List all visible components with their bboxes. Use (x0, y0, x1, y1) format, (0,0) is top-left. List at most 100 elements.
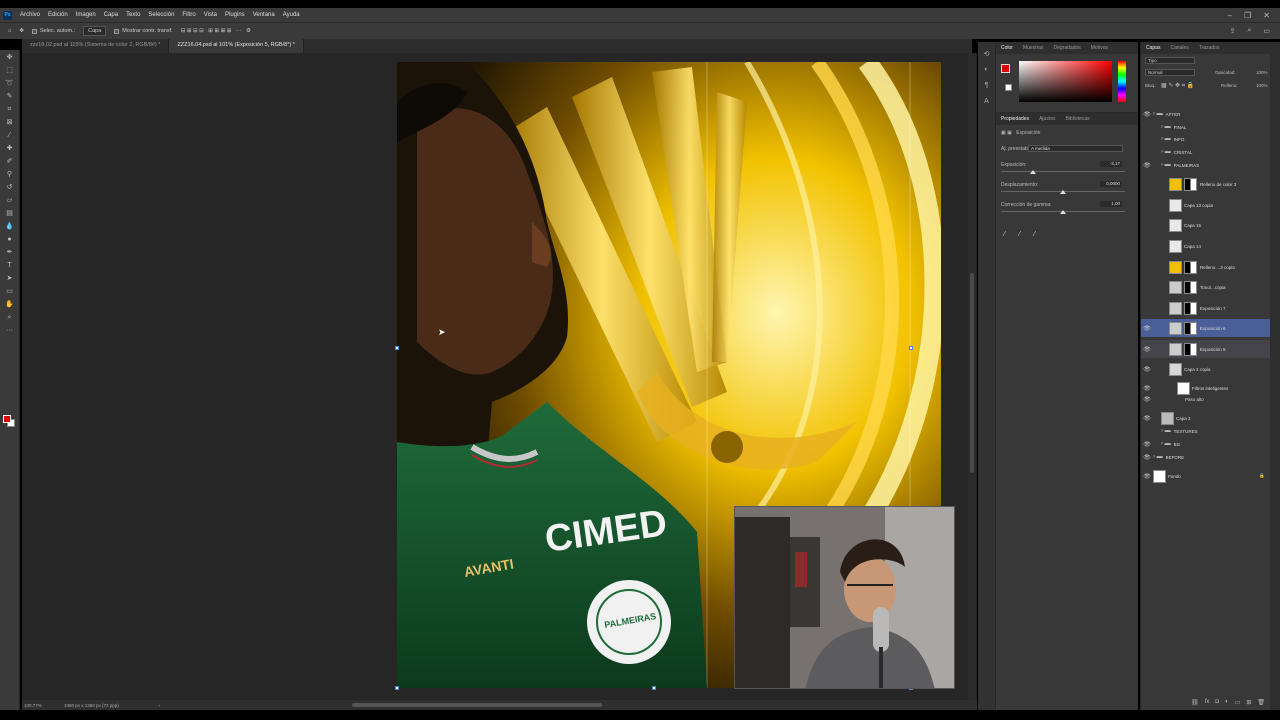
layer-row[interactable]: › ▬ CRISTAL (1141, 146, 1271, 158)
visibility-eye-icon[interactable]: 👁 (1141, 162, 1153, 169)
offset-value[interactable]: 0,0000 (1100, 181, 1122, 187)
layer-thumbnail[interactable] (1169, 198, 1182, 212)
tab-ajustes[interactable]: Ajustes (1034, 116, 1060, 122)
lasso-tool-icon[interactable]: ➰ (4, 79, 16, 89)
visibility-eye-icon[interactable]: 👁 (1141, 454, 1153, 461)
layer-row[interactable]: 👁 Paso alto (1141, 393, 1271, 405)
tab-muestras[interactable]: Muestras (1018, 45, 1049, 51)
layer-row[interactable]: Relleno de color 3 (1141, 175, 1271, 193)
visibility-eye-icon[interactable]: 👁 (1141, 441, 1153, 448)
layer-thumbnail[interactable] (1169, 260, 1182, 274)
layer-thumbnail[interactable] (1169, 342, 1182, 356)
layer-mask-thumbnail[interactable] (1184, 177, 1197, 191)
menu-capa[interactable]: Capa (104, 12, 118, 18)
new-layer-icon[interactable]: ⊞ (1246, 699, 1251, 706)
layer-row[interactable]: 👁 Capa 3 copia (1141, 360, 1271, 378)
menu-vista[interactable]: Vista (204, 12, 217, 18)
type-tool-icon[interactable]: T (4, 261, 16, 271)
tab-degradados[interactable]: Degradados (1049, 45, 1086, 51)
layer-thumbnail[interactable] (1169, 177, 1182, 191)
gamma-slider-knob[interactable] (1060, 210, 1066, 214)
visibility-eye-icon[interactable]: 👁 (1141, 396, 1153, 403)
folder-icon[interactable]: › ▬ (1153, 454, 1163, 460)
preset-dropdown[interactable]: A medida (1028, 145, 1123, 152)
layer-row[interactable]: Exposición 7 (1141, 299, 1271, 317)
layer-row[interactable]: 👁 › ▬ AFTER (1141, 108, 1271, 120)
visibility-eye-icon[interactable]: 👁 (1141, 111, 1153, 118)
menu-imagen[interactable]: Imagen (76, 12, 96, 18)
folder-icon[interactable]: › ▬ (1161, 124, 1171, 130)
marquee-tool-icon[interactable]: ⬚ (4, 66, 16, 76)
menu-seleccion[interactable]: Selección (148, 12, 174, 18)
color-field[interactable] (1019, 61, 1112, 102)
blend-mode-dropdown[interactable]: Normal (1145, 69, 1195, 76)
minimize-icon[interactable]: – (1228, 11, 1232, 20)
link-layers-icon[interactable]: ⛓ (1191, 699, 1199, 706)
add-mask-icon[interactable]: ◘ (1215, 699, 1219, 706)
layer-thumbnail[interactable] (1161, 411, 1174, 425)
layer-row[interactable]: › ▬ FINAL (1141, 121, 1271, 133)
history-icon[interactable]: ⟲ (982, 50, 992, 58)
layer-thumbnail[interactable] (1169, 280, 1182, 294)
stamp-tool-icon[interactable]: ⚲ (4, 170, 16, 180)
layer-mask-thumbnail[interactable] (1184, 301, 1197, 315)
foreground-color-swatch[interactable] (3, 415, 11, 423)
vertical-scrollbar[interactable] (968, 53, 976, 703)
layer-row[interactable]: Capa 14 (1141, 237, 1271, 255)
tab-propiedades[interactable]: Propiedades (996, 116, 1034, 122)
layer-thumbnail[interactable] (1169, 321, 1182, 335)
frame-tool-icon[interactable]: ⊠ (4, 118, 16, 128)
menu-edicion[interactable]: Edición (48, 12, 68, 18)
exposure-slider[interactable] (1001, 171, 1125, 172)
auto-select-dropdown[interactable]: Capa (83, 26, 107, 36)
layer-thumbnail[interactable] (1169, 301, 1182, 315)
visibility-eye-icon[interactable]: 👁 (1141, 385, 1153, 392)
layer-row[interactable]: Relleno ...3 copia (1141, 258, 1271, 276)
hue-slider[interactable] (1118, 61, 1126, 102)
transform-handle-right[interactable] (909, 346, 913, 350)
layer-thumbnail[interactable] (1153, 469, 1166, 483)
layer-row[interactable]: › ▬ INFO (1141, 133, 1271, 145)
home-icon[interactable]: ⌂ (8, 28, 11, 34)
zoom-tool-icon[interactable]: ⌕ (4, 313, 16, 323)
layer-thumbnail[interactable] (1169, 239, 1182, 253)
workspace-icon[interactable]: ▭ (1263, 27, 1270, 35)
exposure-slider-knob[interactable] (1030, 170, 1036, 174)
shape-tool-icon[interactable]: ▭ (4, 287, 16, 297)
healing-tool-icon[interactable]: ✚ (4, 144, 16, 154)
layer-mask-thumbnail[interactable] (1184, 260, 1197, 274)
transform-handle-bottom[interactable] (652, 686, 656, 690)
visibility-eye-icon[interactable]: 👁 (1141, 473, 1153, 480)
search-icon[interactable]: ⌕ (1247, 27, 1251, 35)
delete-layer-icon[interactable]: 🗑 (1257, 699, 1265, 706)
layer-filter-dropdown[interactable]: Tipo (1145, 57, 1195, 64)
color-bg-swatch[interactable] (1005, 84, 1012, 91)
auto-select-toggle[interactable]: Selec. autom.: (31, 28, 75, 34)
eraser-tool-icon[interactable]: ▱ (4, 196, 16, 206)
menu-filtro[interactable]: Filtro (182, 12, 195, 18)
color-fg-swatch[interactable] (1001, 64, 1010, 73)
brush-tool-icon[interactable]: ✐ (4, 157, 16, 167)
visibility-eye-icon[interactable]: 👁 (1141, 415, 1153, 422)
fill-value[interactable]: 100% (1256, 83, 1268, 88)
crop-tool-icon[interactable]: ⌗ (4, 105, 16, 115)
tab-trazados[interactable]: Trazados (1194, 45, 1225, 51)
layer-row[interactable]: 👁 Exposición 5 (1141, 340, 1271, 358)
transform-handle-left[interactable] (395, 346, 399, 350)
folder-icon[interactable]: › ▬ (1161, 149, 1171, 155)
layer-row[interactable]: 👁 Fondo 🔒 (1141, 467, 1271, 485)
tab-capas[interactable]: Capas (1141, 45, 1165, 51)
folder-icon[interactable]: › ▬ (1161, 162, 1171, 168)
tab-document-1[interactable]: zzz19.02.psd al 115% (Sistema de color 2… (22, 39, 170, 53)
layer-row[interactable]: 👁 › ▬ PALMEIRAS (1141, 159, 1271, 171)
offset-slider-knob[interactable] (1060, 190, 1066, 194)
eyedropper-white-icon[interactable]: ⁄ (1034, 231, 1035, 238)
paragraph-icon[interactable]: ¶ (982, 82, 992, 90)
layer-row[interactable]: › ▬ TEXTURES (1141, 425, 1271, 437)
layer-row[interactable]: 👁 Exposición 6 (1141, 319, 1271, 337)
maximize-icon[interactable]: ❐ (1244, 11, 1251, 20)
dodge-tool-icon[interactable]: ● (4, 235, 16, 245)
lock-icons[interactable]: ▦ ✎ ✥ ⌗ 🔒 (1161, 82, 1194, 90)
menu-ventana[interactable]: Ventana (253, 12, 275, 18)
tab-document-2[interactable]: ZZZ16.04.psd al 101% (Exposición 5, RGB/… (169, 39, 304, 53)
